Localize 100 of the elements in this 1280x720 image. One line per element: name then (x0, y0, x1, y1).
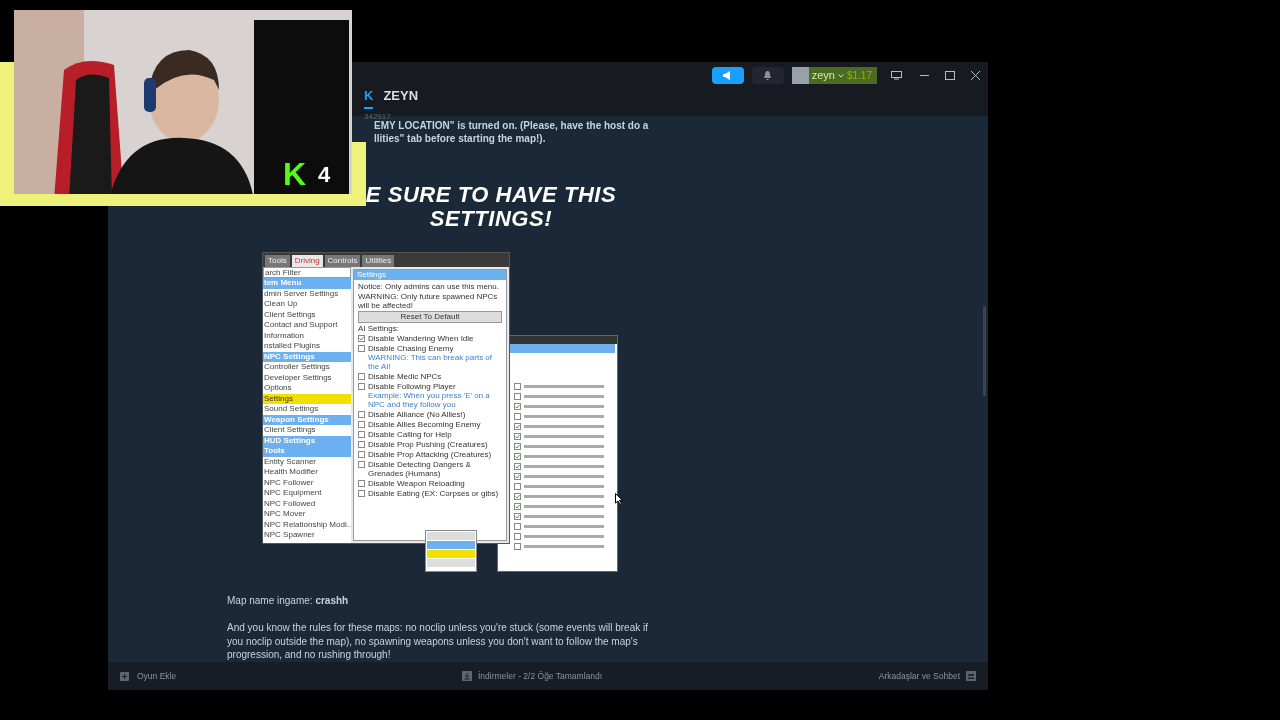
caret-icon (837, 73, 844, 78)
menu-item[interactable]: Information (263, 330, 351, 341)
menu-item[interactable]: Clean Up (263, 299, 351, 310)
checkbox[interactable] (514, 463, 521, 470)
checkbox[interactable] (514, 513, 521, 520)
menu-item[interactable]: Contact and Support (263, 320, 351, 331)
option-note: Example: When you press 'E' on a NPC and they follow you (368, 391, 491, 409)
menu-item[interactable]: Options (263, 383, 351, 394)
checkbox[interactable] (358, 335, 365, 342)
checkbox[interactable] (358, 480, 365, 487)
tool-tab[interactable]: Controls (324, 255, 361, 267)
menu-item[interactable]: Sound Settings (263, 404, 351, 415)
check-icon (515, 404, 520, 409)
account-button[interactable]: zeyn $1.17 (791, 67, 877, 84)
menu-item[interactable]: Developer Settings (263, 372, 351, 383)
friends-icon[interactable] (966, 671, 976, 681)
option-label: Disable Weapon Reloading (368, 479, 465, 488)
reset-button[interactable]: Reset To Default (358, 311, 502, 323)
checkbox[interactable] (514, 423, 521, 430)
checkbox[interactable] (358, 441, 365, 448)
checkbox[interactable] (514, 533, 521, 540)
monitor-icon[interactable] (891, 71, 902, 80)
checkbox[interactable] (514, 543, 521, 550)
option-label: Disable Medic NPCs (368, 372, 442, 381)
menu-item[interactable]: NPC Spawner (263, 530, 351, 541)
tool-tab[interactable]: Tools (265, 255, 290, 267)
scrollbar-thumb[interactable] (983, 306, 986, 396)
add-game-link[interactable]: Oyun Ekle (137, 669, 177, 683)
badge-logo: K (283, 158, 307, 190)
option-note: WARNING: This can break parts of the AI! (368, 353, 494, 371)
nav-tab[interactable]: ZEYN (383, 86, 419, 109)
downloads-status[interactable]: İndirmeler - 2/2 Öğe Tamamlandı (478, 669, 603, 683)
tool-tab[interactable]: Utilities (362, 255, 395, 267)
notice-text: Notice: Only admins can use this menu. (358, 282, 500, 291)
checkbox[interactable] (514, 443, 521, 450)
broadcast-button[interactable] (711, 67, 744, 84)
option-label: Disable Wandering When Idle (368, 334, 474, 343)
checkbox[interactable] (514, 403, 521, 410)
menu-item[interactable]: Client Settings (263, 425, 351, 436)
friends-chat-link[interactable]: Arkadaşlar ve Sohbet (878, 669, 960, 683)
option-label: Disable Calling for Help (368, 430, 452, 439)
badge-count: 4 (318, 164, 331, 186)
panel-title: Settings (354, 270, 506, 280)
option-label: Disable Following Player (368, 382, 457, 391)
nav-tab[interactable]: K (364, 86, 374, 109)
checkbox[interactable] (358, 345, 365, 352)
option-label: Disable Alliance (No Allies!) (368, 410, 466, 419)
option-label: Disable Eating (EX: Corpses or gibs) (368, 489, 499, 498)
section-heading: SETTINGS! (429, 207, 553, 231)
menu-item[interactable]: Health Modifier (263, 467, 351, 478)
check-icon (359, 336, 364, 341)
menu-item[interactable]: Settings (263, 393, 351, 404)
option-label: Disable Prop Attacking (Creatures) (368, 450, 492, 459)
checkbox[interactable] (358, 461, 365, 468)
checkbox[interactable] (358, 490, 365, 497)
checkbox[interactable] (514, 413, 521, 420)
description-line: EMY LOCATION" is turned on. (Please, have the host do a (374, 119, 650, 132)
menu-item[interactable]: nstalled Plugins (263, 341, 351, 352)
checkbox[interactable] (358, 431, 365, 438)
checkbox[interactable] (514, 473, 521, 480)
option-label: Disable Detecting Dangers & Grenades (Humans) (368, 460, 472, 478)
checkbox[interactable] (358, 421, 365, 428)
menu-item[interactable]: NPC Relationship Modi.. (263, 519, 351, 530)
warning-text: WARNING: Only future spawned NPCs will be affected! (358, 292, 499, 310)
rules-paragraph: And you know the rules for these maps: no noclip unless you're stuck (some events will break if you noclip outside the map), no spawning weapons unless you don't want to follow the map's progression, and no rushing through! (227, 621, 649, 662)
menu-item[interactable]: dmin Server Settings (263, 288, 351, 299)
section-heading: E SURE TO HAVE THIS (365, 183, 617, 207)
checkbox[interactable] (514, 383, 521, 390)
checkbox[interactable] (358, 373, 365, 380)
menu-item[interactable]: Entity Scanner (263, 456, 351, 467)
checkbox[interactable] (514, 523, 521, 530)
download-icon[interactable] (462, 671, 472, 681)
checkbox[interactable] (514, 493, 521, 500)
avatar (791, 67, 809, 84)
checkbox[interactable] (514, 503, 521, 510)
menu-item[interactable]: NPC Followed (263, 498, 351, 509)
option-label: Disable Prop Pushing (Creatures) (368, 440, 488, 449)
checkbox[interactable] (514, 433, 521, 440)
checkbox[interactable] (514, 483, 521, 490)
bell-icon (763, 71, 773, 80)
option-label: Disable Allies Becoming Enemy (368, 420, 481, 429)
description-line: llities" tab before starting the map!). (374, 132, 547, 145)
checkbox[interactable] (358, 451, 365, 458)
menu-item[interactable]: Client Settings (263, 309, 351, 320)
checkbox[interactable] (358, 411, 365, 418)
checkbox[interactable] (514, 393, 521, 400)
checkbox[interactable] (358, 383, 365, 390)
menu-item[interactable]: NPC Follower (263, 477, 351, 488)
checkbox[interactable] (514, 453, 521, 460)
tool-tab[interactable]: Driving (291, 255, 323, 267)
maximize-icon[interactable] (945, 71, 955, 80)
menu-item[interactable]: NPC Mover (263, 509, 351, 520)
plus-icon[interactable] (120, 671, 129, 681)
notification-button[interactable] (751, 67, 784, 84)
close-icon[interactable] (971, 71, 980, 80)
section-label: AI Settings: (358, 324, 400, 333)
menu-item[interactable]: Controller Settings (263, 362, 351, 373)
filter-field[interactable]: arch Filter (263, 267, 351, 278)
map-name-text: Map name ingame: crashh (227, 594, 349, 608)
menu-item[interactable]: NPC Equipment (263, 488, 351, 499)
